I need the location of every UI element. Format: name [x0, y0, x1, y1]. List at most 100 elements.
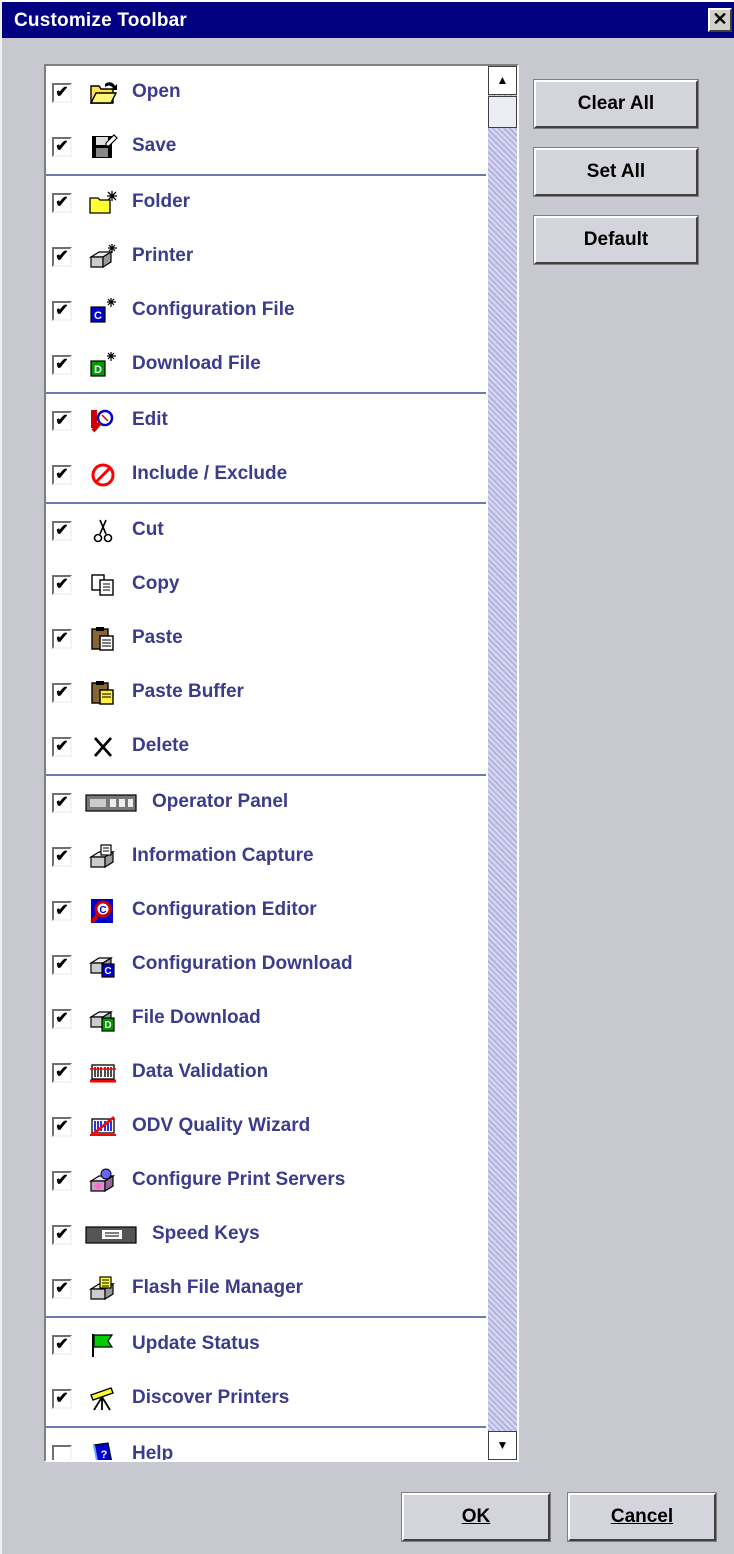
item-label: Data Validation — [132, 1061, 269, 1082]
item-label: Save — [132, 135, 177, 156]
checkbox-odv-quality-wizard[interactable]: ✔ — [52, 1117, 72, 1137]
checkbox-copy[interactable]: ✔ — [52, 575, 72, 595]
checkbox-save[interactable]: ✔ — [52, 137, 72, 157]
config-download-printer-icon: C — [88, 951, 118, 979]
toolbar-items-list: ✔ Open ✔ Save ✔ Folder ✔ Printer ✔ C Con… — [46, 66, 486, 1460]
checkbox-operator-panel[interactable]: ✔ — [52, 793, 72, 813]
operator-panel-icon — [82, 789, 138, 817]
item-label: Edit — [132, 409, 168, 430]
item-label: Configuration Download — [132, 953, 353, 974]
checkbox-file-download[interactable]: ✔ — [52, 1009, 72, 1029]
cancel-button[interactable]: Cancel — [567, 1492, 717, 1542]
checkbox-download-file[interactable]: ✔ — [52, 355, 72, 375]
checkbox-configuration-file[interactable]: ✔ — [52, 301, 72, 321]
svg-text:C: C — [104, 966, 111, 977]
set-all-button[interactable]: Set All — [533, 147, 699, 197]
list-item-cut[interactable]: ✔ Cut — [46, 504, 486, 558]
list-item-copy[interactable]: ✔ Copy — [46, 558, 486, 612]
list-item-delete[interactable]: ✔ Delete — [46, 720, 486, 774]
list-item-odv-quality-wizard[interactable]: ✔ ODV Quality Wizard — [46, 1100, 486, 1154]
list-item-paste-buffer[interactable]: ✔ Paste Buffer — [46, 666, 486, 720]
item-label: Include / Exclude — [132, 463, 288, 484]
new-download-file-icon: D — [88, 351, 118, 379]
checkbox-data-validation[interactable]: ✔ — [52, 1063, 72, 1083]
list-item-paste[interactable]: ✔ Paste — [46, 612, 486, 666]
item-label: Configuration Editor — [132, 899, 317, 920]
item-label: Download File — [132, 353, 261, 374]
checkbox-printer[interactable]: ✔ — [52, 247, 72, 267]
dialog-title: Customize Toolbar — [14, 10, 187, 31]
scissors-icon — [88, 517, 118, 545]
list-item-flash-file-manager[interactable]: ✔ Flash File Manager — [46, 1262, 486, 1316]
list-item-configuration-download[interactable]: ✔ C Configuration Download — [46, 938, 486, 992]
svg-text:D: D — [94, 364, 102, 376]
checkbox-information-capture[interactable]: ✔ — [52, 847, 72, 867]
group-tools: ✔ Operator Panel ✔ Information Capture ✔ — [46, 776, 486, 1318]
svg-text:D: D — [104, 1020, 111, 1031]
checkbox-paste[interactable]: ✔ — [52, 629, 72, 649]
list-item-folder[interactable]: ✔ Folder — [46, 176, 486, 230]
group-clipboard: ✔ Cut ✔ Copy ✔ Paste ✔ Paste Buffer ✔ De… — [46, 504, 486, 776]
default-button[interactable]: Default — [533, 215, 699, 265]
svg-text:?: ? — [101, 1449, 108, 1461]
folder-open-icon — [88, 79, 118, 107]
list-item-help[interactable]: ? Help — [46, 1428, 486, 1461]
clipboard-buffer-icon — [88, 679, 118, 707]
telescope-icon — [88, 1385, 118, 1413]
item-label: Folder — [132, 191, 191, 212]
checkbox-speed-keys[interactable]: ✔ — [52, 1225, 72, 1245]
list-item-file-download[interactable]: ✔ D File Download — [46, 992, 486, 1046]
item-label: Update Status — [132, 1333, 260, 1354]
checkbox-open[interactable]: ✔ — [52, 83, 72, 103]
new-printer-icon — [88, 243, 118, 271]
scroll-down-button[interactable]: ▼ — [488, 1431, 517, 1460]
list-item-open[interactable]: ✔ Open — [46, 66, 486, 120]
list-item-include-exclude[interactable]: ✔ Include / Exclude — [46, 448, 486, 502]
checkbox-folder[interactable]: ✔ — [52, 193, 72, 213]
list-item-operator-panel[interactable]: ✔ Operator Panel — [46, 776, 486, 830]
checkbox-edit[interactable]: ✔ — [52, 411, 72, 431]
list-item-configure-print-servers[interactable]: ✔ Configure Print Servers — [46, 1154, 486, 1208]
list-item-speed-keys[interactable]: ✔ Speed Keys — [46, 1208, 486, 1262]
config-editor-icon: C — [88, 897, 118, 925]
list-item-configuration-editor[interactable]: ✔ C Configuration Editor — [46, 884, 486, 938]
list-item-edit[interactable]: ✔ Edit — [46, 394, 486, 448]
file-download-printer-icon: D — [88, 1005, 118, 1033]
scroll-up-button[interactable]: ▲ — [488, 66, 517, 95]
checkbox-configuration-editor[interactable]: ✔ — [52, 901, 72, 921]
group-file: ✔ Open ✔ Save — [46, 66, 486, 176]
list-item-update-status[interactable]: ✔ Update Status — [46, 1318, 486, 1372]
item-label: Paste — [132, 627, 183, 648]
scrollbar-thumb[interactable] — [488, 96, 517, 128]
title-bar: Customize Toolbar ✕ — [2, 0, 734, 38]
checkbox-configure-print-servers[interactable]: ✔ — [52, 1171, 72, 1191]
item-label: Paste Buffer — [132, 681, 244, 702]
clear-all-button[interactable]: Clear All — [533, 79, 699, 129]
checkbox-paste-buffer[interactable]: ✔ — [52, 683, 72, 703]
list-item-discover-printers[interactable]: ✔ Discover Printers — [46, 1372, 486, 1426]
item-label: Configure Print Servers — [132, 1169, 346, 1190]
green-flag-icon — [88, 1331, 118, 1359]
customize-toolbar-dialog: Customize Toolbar ✕ ✔ Open ✔ Save ✔ Fold… — [0, 0, 734, 1554]
checkbox-help[interactable] — [52, 1445, 72, 1460]
list-item-save[interactable]: ✔ Save — [46, 120, 486, 174]
group-edit: ✔ Edit ✔ Include / Exclude — [46, 394, 486, 504]
close-button[interactable]: ✕ — [708, 8, 732, 32]
checkbox-flash-file-manager[interactable]: ✔ — [52, 1279, 72, 1299]
checkbox-discover-printers[interactable]: ✔ — [52, 1389, 72, 1409]
list-scrollbar[interactable]: ▲ ▼ — [488, 66, 517, 1460]
checkbox-cut[interactable]: ✔ — [52, 521, 72, 541]
list-item-data-validation[interactable]: ✔ Data Validation — [46, 1046, 486, 1100]
list-item-configuration-file[interactable]: ✔ C Configuration File — [46, 284, 486, 338]
checkbox-configuration-download[interactable]: ✔ — [52, 955, 72, 975]
checkbox-update-status[interactable]: ✔ — [52, 1335, 72, 1355]
checkbox-delete[interactable]: ✔ — [52, 737, 72, 757]
edit-magnifier-icon — [88, 407, 118, 435]
ok-button[interactable]: OK — [401, 1492, 551, 1542]
checkbox-include-exclude[interactable]: ✔ — [52, 465, 72, 485]
item-label: Flash File Manager — [132, 1277, 304, 1298]
clipboard-icon — [88, 625, 118, 653]
list-item-download-file[interactable]: ✔ D Download File — [46, 338, 486, 392]
list-item-information-capture[interactable]: ✔ Information Capture — [46, 830, 486, 884]
list-item-printer[interactable]: ✔ Printer — [46, 230, 486, 284]
